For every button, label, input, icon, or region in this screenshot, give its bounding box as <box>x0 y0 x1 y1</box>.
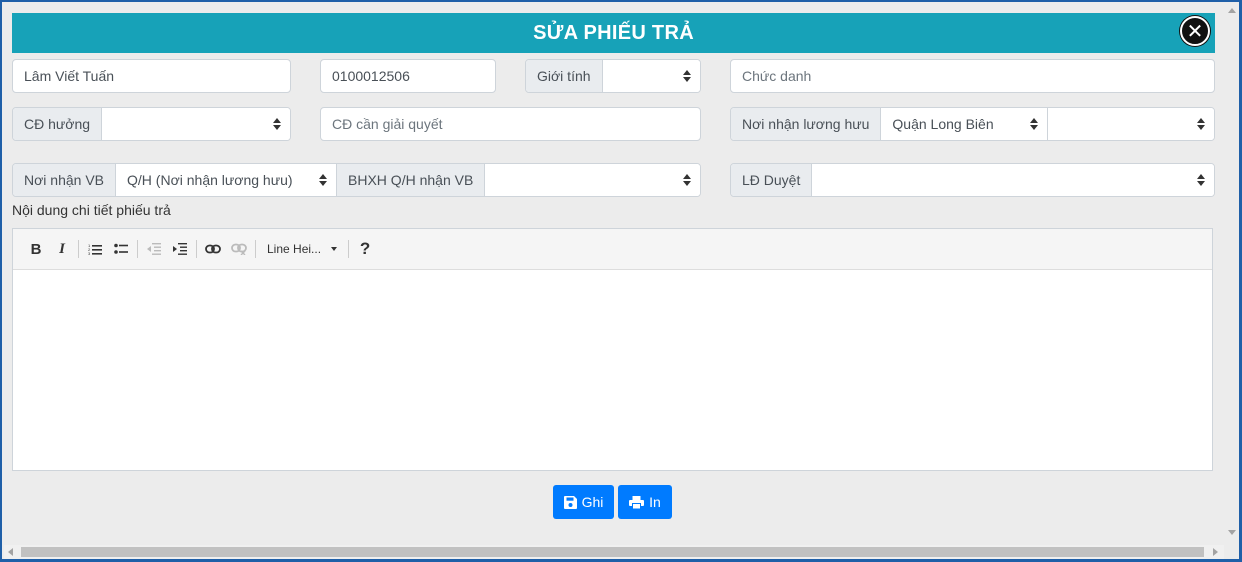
bold-button[interactable]: B <box>23 236 49 262</box>
line-height-dropdown[interactable]: Line Hei... <box>259 236 345 262</box>
italic-icon: I <box>59 240 65 257</box>
outdent-icon <box>147 243 161 255</box>
select-caret-icon <box>1197 118 1205 130</box>
save-button[interactable]: Ghi <box>553 485 614 519</box>
approver-select[interactable] <box>812 164 1214 196</box>
toolbar-divider <box>137 240 138 258</box>
gender-select[interactable] <box>602 60 700 92</box>
bhxh-label: BHXH Q/H nhận VB <box>336 164 486 196</box>
editor-label: Nội dung chi tiết phiếu trả <box>12 202 171 218</box>
scroll-right-icon[interactable] <box>1213 548 1218 556</box>
link-button[interactable] <box>200 236 226 262</box>
svg-text:3: 3 <box>88 251 91 255</box>
dialog-window: SỬA PHIẾU TRẢ ✕ Lâm Viết Tuấn 0100012506… <box>0 0 1242 562</box>
outdent-button[interactable] <box>141 236 167 262</box>
italic-button[interactable]: I <box>49 236 75 262</box>
scroll-up-icon[interactable] <box>1228 8 1236 13</box>
bullet-list-button[interactable] <box>108 236 134 262</box>
toolbar-divider <box>348 240 350 258</box>
print-icon <box>629 495 645 509</box>
pension-ward-select[interactable] <box>1047 108 1214 140</box>
help-icon: ? <box>359 239 371 258</box>
scrollbar-thumb[interactable] <box>21 547 1204 557</box>
dialog-title: SỬA PHIẾU TRẢ <box>533 21 694 44</box>
horizontal-scrollbar[interactable] <box>4 545 1224 559</box>
bhxh-select[interactable] <box>485 164 700 196</box>
benefit-label: CĐ hưởng <box>13 108 103 140</box>
code-input[interactable]: 0100012506 <box>320 59 496 93</box>
editor-toolbar: B I 1 2 3 Line Hei... ? <box>13 229 1212 270</box>
save-icon <box>563 495 577 509</box>
gender-label: Giới tính <box>526 60 603 92</box>
select-caret-icon <box>319 174 328 186</box>
pension-label: Nơi nhận lương hưu <box>731 108 882 140</box>
select-caret-icon <box>683 174 691 186</box>
unlink-icon <box>231 243 247 255</box>
approver-label: LĐ Duyệt <box>731 164 813 196</box>
ordered-list-button[interactable]: 1 2 3 <box>82 236 108 262</box>
dropdown-caret-icon <box>331 247 338 251</box>
benefit-select[interactable] <box>102 108 290 140</box>
doc-label: Nơi nhận VB <box>13 164 117 196</box>
doc-select[interactable]: Q/H (Nơi nhận lương hưu) <box>116 164 337 196</box>
rich-text-editor: B I 1 2 3 Line Hei... ? <box>12 228 1213 471</box>
resolve-input[interactable]: CĐ cần giải quyết <box>320 107 701 141</box>
scroll-down-icon[interactable] <box>1228 530 1236 535</box>
help-button[interactable]: ? <box>352 236 378 262</box>
toolbar-divider <box>255 240 256 258</box>
vertical-scrollbar[interactable] <box>1225 4 1239 545</box>
close-button[interactable]: ✕ <box>1180 16 1210 46</box>
select-caret-icon <box>683 70 691 82</box>
indent-button[interactable] <box>167 236 193 262</box>
bold-icon: B <box>30 240 42 258</box>
dialog-title-bar: SỬA PHIẾU TRẢ <box>12 13 1215 53</box>
name-input[interactable]: Lâm Viết Tuấn <box>12 59 291 93</box>
toolbar-divider <box>196 240 197 258</box>
position-input[interactable]: Chức danh <box>730 59 1215 93</box>
approver-group: LĐ Duyệt <box>730 163 1215 197</box>
select-caret-icon <box>273 118 281 130</box>
print-button[interactable]: In <box>618 485 672 519</box>
bullet-list-icon <box>114 243 128 254</box>
editor-content-area[interactable] <box>13 270 1212 470</box>
close-icon: ✕ <box>1186 20 1204 43</box>
pension-group: Nơi nhận lương hưu Quận Long Biên <box>730 107 1215 141</box>
link-icon <box>205 244 221 254</box>
doc-group: Nơi nhận VB Q/H (Nơi nhận lương hưu) BHX… <box>12 163 701 197</box>
pension-district-select[interactable]: Quận Long Biên <box>881 108 1048 140</box>
gender-group: Giới tính <box>525 59 701 93</box>
toolbar-divider <box>78 240 79 258</box>
select-caret-icon <box>1030 118 1039 130</box>
benefit-group: CĐ hưởng <box>12 107 291 141</box>
scroll-left-icon[interactable] <box>8 548 13 556</box>
select-caret-icon <box>1197 174 1205 186</box>
ordered-list-icon: 1 2 3 <box>88 243 102 255</box>
indent-icon <box>173 243 187 255</box>
unlink-button[interactable] <box>226 236 252 262</box>
